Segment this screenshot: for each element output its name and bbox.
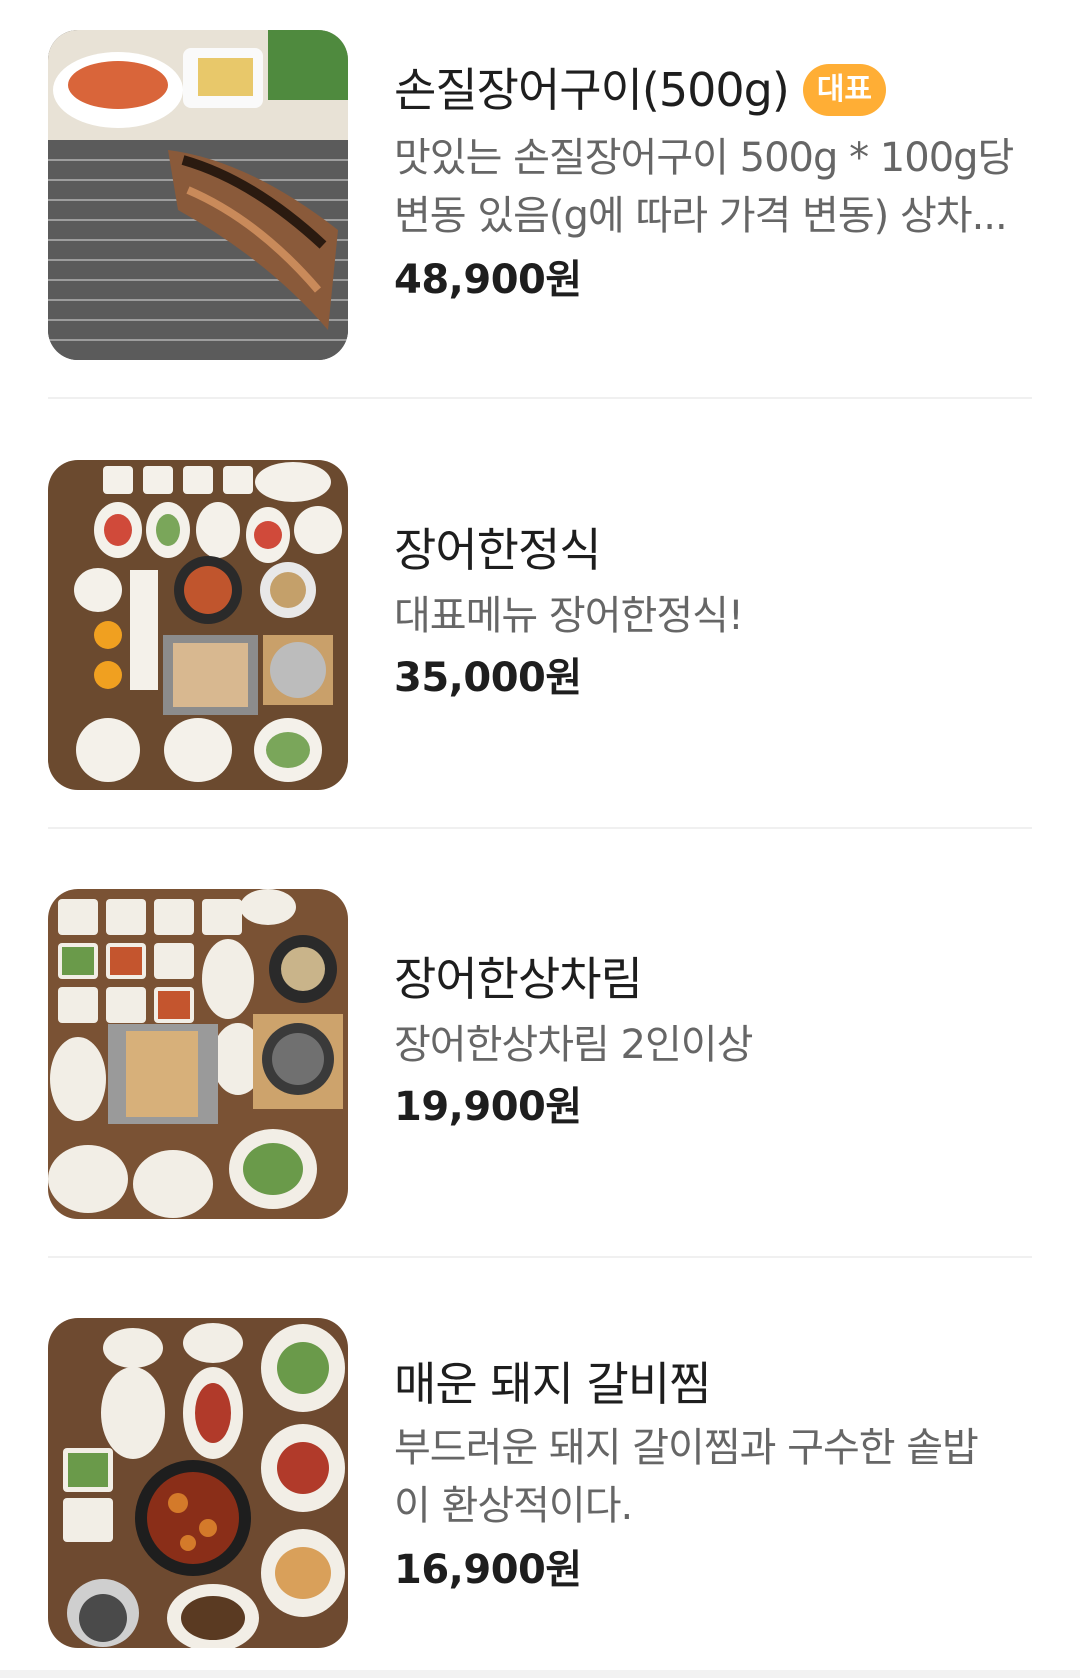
menu-item[interactable]: 매운 돼지 갈비찜 부드러운 돼지 갈이찜과 구수한 솥밥 이 환상적이다. 1… <box>48 1318 1032 1650</box>
menu-item[interactable]: 장어한정식 대표메뉴 장어한정식! 35,000원 <box>48 460 1032 792</box>
menu-name-row: 장어한상차림 <box>394 949 643 1009</box>
menu-description-line: 변동 있음(g에 따라 가격 변동) 상차... <box>394 193 1008 239</box>
menu-name-row: 장어한정식 <box>394 520 602 580</box>
spicy-pork-rib-photo <box>48 1318 348 1648</box>
menu-description-line: 부드러운 돼지 갈이찜과 구수한 솥밥 <box>394 1425 979 1471</box>
menu-name: 장어한정식 <box>394 523 602 577</box>
menu-price: 19,900원 <box>394 1084 582 1130</box>
divider <box>48 827 1032 829</box>
menu-name: 손질장어구이(500g) <box>394 63 790 117</box>
grilled-eel-photo <box>48 30 348 360</box>
menu-description-line: 이 환상적이다. <box>394 1483 633 1529</box>
menu-info: 매운 돼지 갈비찜 부드러운 돼지 갈이찜과 구수한 솥밥 이 환상적이다. 1… <box>394 1318 1034 1650</box>
menu-name-row: 손질장어구이(500g) 대표 <box>394 60 887 120</box>
signature-badge: 대표 <box>802 64 887 116</box>
menu-info: 손질장어구이(500g) 대표 맛있는 손질장어구이 500g * 100g당 … <box>394 30 1034 362</box>
menu-info: 장어한상차림 장어한상차림 2인이상 19,900원 <box>394 889 1034 1221</box>
menu-description-line: 대표메뉴 장어한정식! <box>394 593 744 639</box>
menu-item[interactable]: 장어한상차림 장어한상차림 2인이상 19,900원 <box>48 889 1032 1221</box>
menu-description-line: 장어한상차림 2인이상 <box>394 1022 753 1068</box>
divider <box>48 397 1032 399</box>
eel-set-meal-photo <box>48 460 348 790</box>
menu-name: 매운 돼지 갈비찜 <box>394 1357 711 1411</box>
menu-name-row: 매운 돼지 갈비찜 <box>394 1354 711 1414</box>
menu-item[interactable]: 손질장어구이(500g) 대표 맛있는 손질장어구이 500g * 100g당 … <box>48 30 1032 362</box>
eel-table-setting-photo <box>48 889 348 1219</box>
menu-info: 장어한정식 대표메뉴 장어한정식! 35,000원 <box>394 460 1034 792</box>
menu-price: 16,900원 <box>394 1547 582 1593</box>
divider <box>48 1256 1032 1258</box>
menu-description-line: 맛있는 손질장어구이 500g * 100g당 <box>394 135 1014 181</box>
menu-name: 장어한상차림 <box>394 952 643 1006</box>
bottom-bar <box>0 1670 1080 1678</box>
menu-price: 48,900원 <box>394 257 582 303</box>
menu-price: 35,000원 <box>394 655 582 701</box>
